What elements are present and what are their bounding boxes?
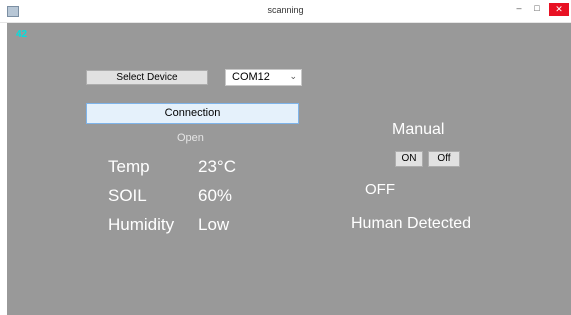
main-panel: 42 Select Device COM12 ⌄ Connection Open… [7, 23, 571, 315]
connection-status: Open [177, 132, 204, 144]
soil-label: SOIL [108, 186, 147, 205]
window-title: scanning [267, 5, 304, 15]
port-select[interactable]: COM12 ⌄ [225, 69, 302, 86]
title-bar: scanning – □ ✕ [0, 0, 571, 23]
off-button[interactable]: Off [428, 151, 460, 167]
soil-value: 60% [198, 186, 233, 205]
human-detection-label: Human Detected [351, 215, 472, 232]
chevron-down-icon[interactable]: ⌄ [289, 71, 297, 82]
select-device-button[interactable]: Select Device [86, 70, 208, 85]
on-button[interactable]: ON [395, 151, 423, 167]
port-select-value: COM12 [232, 71, 270, 83]
state-label: OFF [365, 181, 395, 198]
temp-label: Temp [108, 157, 150, 176]
connection-button[interactable]: Connection [86, 103, 299, 124]
temp-value: 23°C [198, 157, 236, 176]
counter-label: 42 [16, 29, 28, 40]
close-button[interactable]: ✕ [549, 3, 569, 16]
minimize-button[interactable]: – [512, 3, 526, 13]
mode-label: Manual [392, 121, 445, 138]
humidity-value: Low [198, 215, 230, 234]
maximize-button[interactable]: □ [530, 3, 544, 13]
humidity-label: Humidity [108, 215, 175, 234]
